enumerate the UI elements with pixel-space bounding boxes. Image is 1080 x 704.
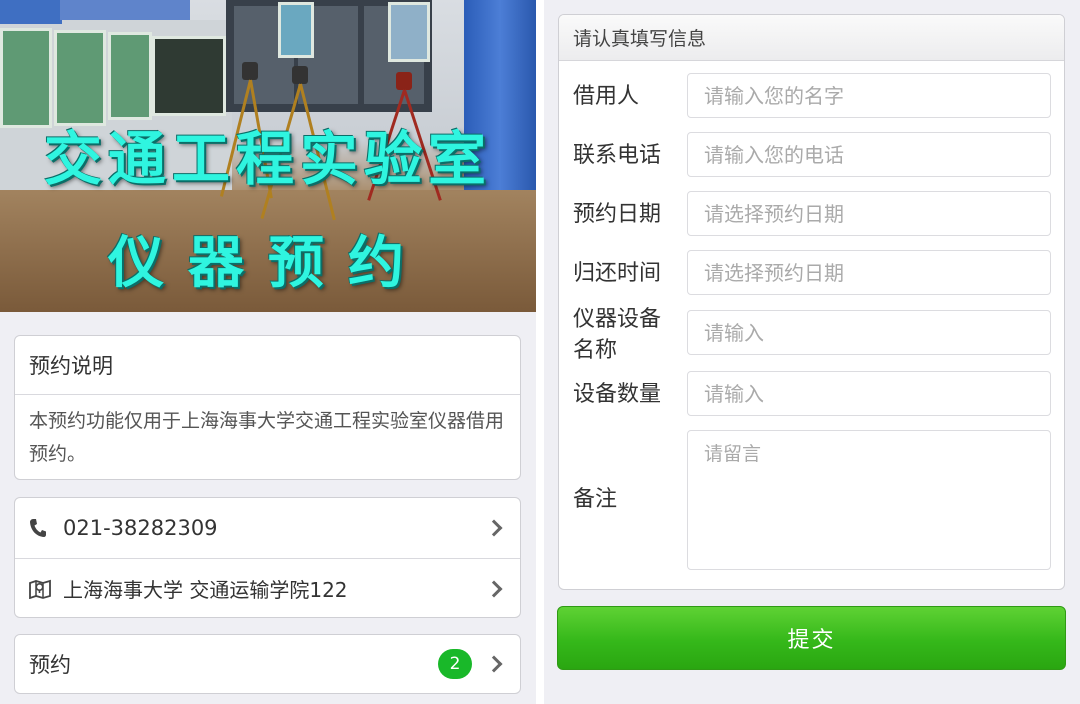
form-header: 请认真填写信息 [559,15,1064,61]
phone-number: 021-38282309 [63,516,218,540]
banner-poster [108,32,152,120]
map-pin-icon [29,579,63,599]
remarks-label: 备注 [573,487,618,512]
booking-card[interactable]: 预约 2 [14,634,521,694]
banner-poster [388,2,430,62]
banner-curtain-top [60,0,190,20]
phone-icon [29,518,63,538]
equipment-name-label: 仪器设备 名称 [573,304,661,366]
banner-subtitle: 仪器预约 [108,231,428,296]
equipment-name-label-line2: 名称 [573,338,618,363]
lab-info-screen: 交通工程实验室 仪器预约 预约说明 本预约功能仅用于上海海事大学交通工程实验室仪… [0,0,536,704]
phone-input[interactable] [687,132,1051,177]
banner-poster [152,36,226,116]
quantity-label: 设备数量 [573,382,662,407]
booking-form: 请认真填写信息 借用人 联系电话 预约日期 归还时间 仪器设备 名称 设备数量 [558,14,1065,590]
phone-row[interactable]: 021-38282309 [15,498,520,558]
notice-card: 预约说明 本预约功能仅用于上海海事大学交通工程实验室仪器借用预约。 [14,335,521,480]
contact-card: 021-38282309 上海海事大学 交通运输学院122 [14,497,521,618]
chevron-right-icon [485,580,503,597]
quantity-input[interactable] [687,371,1051,416]
equipment-name-input[interactable] [687,310,1051,355]
address-text: 上海海事大学 交通运输学院122 [63,578,348,602]
remarks-textarea[interactable] [687,430,1051,570]
booking-date-input[interactable] [687,191,1051,236]
booking-label: 预约 [29,653,71,677]
equipment-name-label-line1: 仪器设备 [573,307,662,332]
notice-body: 本预约功能仅用于上海海事大学交通工程实验室仪器借用预约。 [15,394,520,481]
booking-date-label: 预约日期 [573,202,662,227]
banner-curtain [0,0,62,24]
chevron-right-icon [485,655,503,673]
address-row[interactable]: 上海海事大学 交通运输学院122 [15,558,520,618]
booking-form-screen: 请认真填写信息 借用人 联系电话 预约日期 归还时间 仪器设备 名称 设备数量 [544,0,1080,704]
booking-count-badge: 2 [438,649,472,679]
booking-row[interactable]: 预约 2 [15,635,520,693]
instrument-head [396,72,412,90]
banner-image: 交通工程实验室 仪器预约 [0,0,536,312]
banner-title: 交通工程实验室 [43,125,492,193]
borrower-label: 借用人 [573,84,640,109]
chevron-right-icon [485,519,503,537]
borrower-input[interactable] [687,73,1051,118]
instrument-head [242,62,258,80]
instrument-head [292,66,308,84]
return-date-label: 归还时间 [573,261,662,286]
phone-field-label: 联系电话 [573,143,662,168]
return-date-input[interactable] [687,250,1051,295]
submit-button[interactable]: 提交 [557,606,1066,670]
notice-title: 预约说明 [29,354,113,378]
banner-poster [278,2,314,58]
